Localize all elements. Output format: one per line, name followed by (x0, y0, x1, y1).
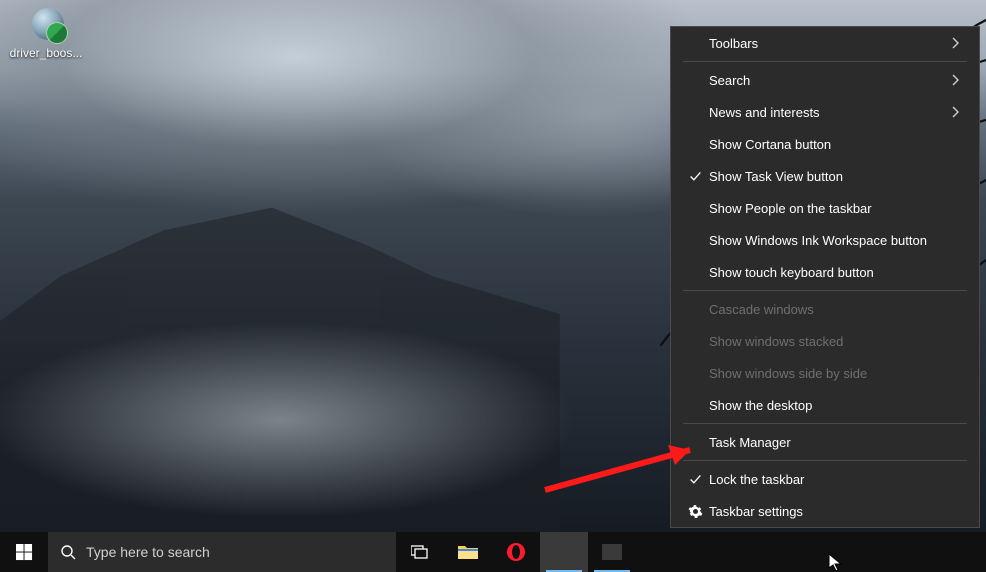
windows-logo-icon (16, 544, 33, 561)
context-menu-item-people[interactable]: Show People on the taskbar (671, 192, 979, 224)
search-placeholder: Type here to search (86, 544, 210, 560)
taskbar-icon-running-app-2[interactable] (588, 532, 636, 572)
context-menu-item-label: Show Windows Ink Workspace button (709, 233, 965, 248)
context-menu-separator (683, 460, 967, 461)
chevron-right-icon (951, 106, 965, 118)
taskbar-context-menu: Toolbars Search News and interests Show Cor… (670, 26, 980, 528)
context-menu-item-label: Toolbars (709, 36, 951, 51)
context-menu-separator (683, 423, 967, 424)
context-menu-item-showdesktop[interactable]: Show the desktop (671, 389, 979, 421)
wallpaper-mountain (0, 162, 560, 542)
context-menu-item-search[interactable]: Search (671, 64, 979, 96)
context-menu-item-cascade: Cascade windows (671, 293, 979, 325)
context-menu-item-settings[interactable]: Taskbar settings (671, 495, 979, 527)
context-menu-item-label: Taskbar settings (709, 504, 965, 519)
context-menu-item-stacked: Show windows stacked (671, 325, 979, 357)
context-menu-item-sidebyside: Show windows side by side (671, 357, 979, 389)
taskbar-search-box[interactable]: Type here to search (48, 532, 396, 572)
context-menu-item-label: Show Cortana button (709, 137, 965, 152)
context-menu-item-label: Show windows stacked (709, 334, 965, 349)
driver-booster-icon (26, 4, 66, 44)
taskbar-spacer (636, 532, 986, 572)
folder-icon (457, 543, 479, 561)
context-menu-item-ink[interactable]: Show Windows Ink Workspace button (671, 224, 979, 256)
taskbar-icon-file-explorer[interactable] (444, 532, 492, 572)
blank-icon (554, 544, 574, 560)
context-menu-item-label: Show windows side by side (709, 366, 965, 381)
context-menu-item-label: Show the desktop (709, 398, 965, 413)
taskview-icon (411, 545, 429, 559)
context-menu-item-label: Lock the taskbar (709, 472, 965, 487)
context-menu-item-cortana[interactable]: Show Cortana button (671, 128, 979, 160)
context-menu-item-label: Task Manager (709, 435, 965, 450)
context-menu-item-taskview[interactable]: Show Task View button (671, 160, 979, 192)
check-icon (685, 473, 705, 486)
desktop-icon-label: driver_boos... (8, 46, 84, 60)
taskbar: Type here to search (0, 532, 986, 572)
context-menu-item-label: Cascade windows (709, 302, 965, 317)
search-icon (60, 544, 76, 560)
taskbar-icon-opera-browser[interactable] (492, 532, 540, 572)
context-menu-separator (683, 290, 967, 291)
gear-icon (685, 504, 705, 519)
context-menu-item-news[interactable]: News and interests (671, 96, 979, 128)
wallpaper-mist (0, 252, 700, 532)
context-menu-item-label: Show Task View button (709, 169, 965, 184)
context-menu-item-label: Search (709, 73, 951, 88)
chevron-right-icon (951, 37, 965, 49)
context-menu-item-lock[interactable]: Lock the taskbar (671, 463, 979, 495)
context-menu-item-label: Show touch keyboard button (709, 265, 965, 280)
taskbar-icon-task-view-button[interactable] (396, 532, 444, 572)
taskbar-icon-running-app-1[interactable] (540, 532, 588, 572)
start-button[interactable] (0, 532, 48, 572)
context-menu-item-label: News and interests (709, 105, 951, 120)
chevron-right-icon (951, 74, 965, 86)
context-menu-item-toolbars[interactable]: Toolbars (671, 27, 979, 59)
desktop-icon-driver-booster[interactable]: driver_boos... (8, 4, 84, 60)
blank-icon (602, 544, 622, 560)
opera-icon (506, 542, 526, 562)
context-menu-separator (683, 61, 967, 62)
context-menu-item-label: Show People on the taskbar (709, 201, 965, 216)
context-menu-item-touchkb[interactable]: Show touch keyboard button (671, 256, 979, 288)
context-menu-item-taskmgr[interactable]: Task Manager (671, 426, 979, 458)
check-icon (685, 170, 705, 183)
